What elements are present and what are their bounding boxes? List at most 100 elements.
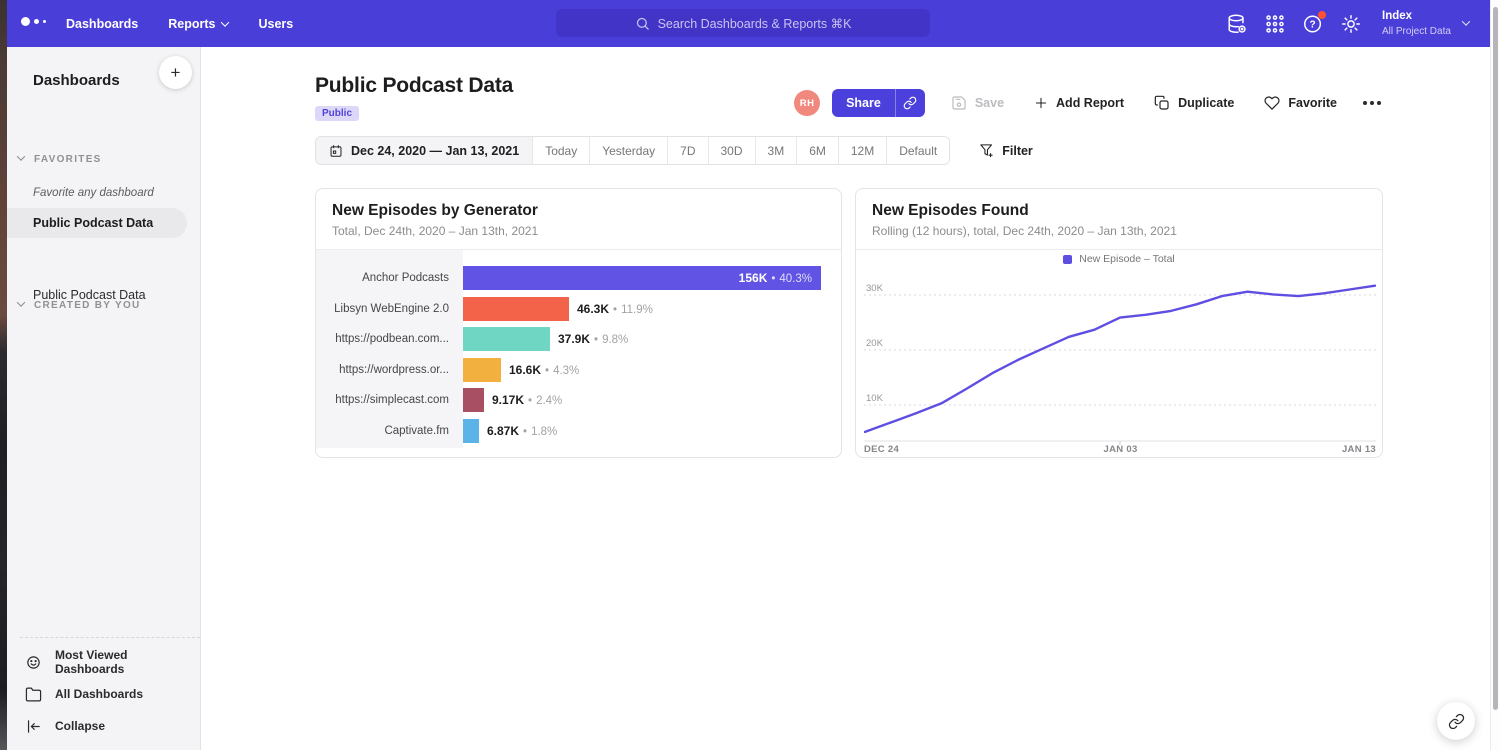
card-new-episodes-by-generator: New Episodes by Generator Total, Dec 24t… xyxy=(315,188,842,458)
bar-value-percent: 9.8% xyxy=(602,334,628,346)
separator: • xyxy=(545,365,549,377)
section-favorites[interactable]: FAVORITES xyxy=(7,154,200,165)
project-switcher[interactable]: Index All Project Data xyxy=(1382,9,1469,38)
all-dashboards-button[interactable]: All Dashboards xyxy=(7,678,200,710)
card-new-episodes-found: New Episodes Found Rolling (12 hours), t… xyxy=(855,188,1383,458)
chevron-down-icon xyxy=(1462,18,1470,26)
save-button[interactable]: Save xyxy=(951,95,1004,111)
bar-row: Captivate.fm6.87K•1.8% xyxy=(316,416,841,447)
filter-funnel-icon xyxy=(979,143,994,158)
nav-item-users[interactable]: Users xyxy=(258,17,293,31)
bar-wordpress[interactable] xyxy=(463,358,501,382)
save-label: Save xyxy=(975,96,1004,110)
share-button-group: Share xyxy=(832,89,925,117)
line-chart-header[interactable]: New Episodes Found Rolling (12 hours), t… xyxy=(856,189,1382,249)
date-range-value: Dec 24, 2020 — Jan 13, 2021 xyxy=(351,144,519,158)
separator: • xyxy=(528,395,532,407)
most-viewed-dashboards-button[interactable]: Most Viewed Dashboards xyxy=(7,646,200,678)
bar-value-number: 156K xyxy=(739,271,768,285)
bar-value-number: 37.9K xyxy=(558,332,590,346)
separator: • xyxy=(594,334,598,346)
main-content: Public Podcast Data Public RH Share Save… xyxy=(202,47,1500,750)
preset-default[interactable]: Default xyxy=(886,137,949,164)
share-button[interactable]: Share xyxy=(832,89,895,117)
all-dashboards-label: All Dashboards xyxy=(55,687,143,701)
chevron-down-icon xyxy=(221,18,229,26)
preset-yesterday[interactable]: Yesterday xyxy=(589,137,667,164)
settings-gear-icon[interactable] xyxy=(1340,13,1362,35)
search-placeholder: Search Dashboards & Reports ⌘K xyxy=(658,16,852,31)
data-source-icon[interactable] xyxy=(1226,13,1248,35)
scrollbar-track[interactable] xyxy=(1490,0,1500,750)
nav-links: Dashboards Reports Users xyxy=(66,0,293,47)
y-tick-label: 20K xyxy=(866,338,884,349)
favorite-button[interactable]: Favorite xyxy=(1264,95,1337,111)
avatar[interactable]: RH xyxy=(794,90,820,116)
page-title: Public Podcast Data xyxy=(315,74,513,98)
bar-category-label: Captivate.fm xyxy=(316,425,463,437)
date-range-picker[interactable]: Dec 24, 2020 — Jan 13, 2021 xyxy=(316,137,532,164)
duplicate-icon xyxy=(1154,95,1170,111)
copy-share-link-button[interactable] xyxy=(895,89,925,117)
preset-3m[interactable]: 3M xyxy=(755,137,797,164)
bar-chart-header[interactable]: New Episodes by Generator Total, Dec 24t… xyxy=(316,189,841,249)
filter-button[interactable]: Filter xyxy=(979,143,1033,158)
bar-value-percent: 11.9% xyxy=(621,304,653,316)
bar-value-percent: 4.3% xyxy=(553,365,579,377)
bar-row: https://simplecast.com9.17K•2.4% xyxy=(316,385,841,416)
nav-item-dashboards-label: Dashboards xyxy=(66,17,138,31)
floating-share-link-button[interactable] xyxy=(1437,702,1475,740)
bar-simplecast[interactable] xyxy=(463,388,484,412)
legend[interactable]: New Episode – Total xyxy=(856,253,1382,265)
line-chart-subtitle: Rolling (12 hours), total, Dec 24th, 202… xyxy=(872,224,1366,238)
scrollbar-thumb[interactable] xyxy=(1493,7,1498,710)
divider xyxy=(20,637,200,638)
bar-category-label: https://podbean.com... xyxy=(316,333,463,345)
search-input[interactable]: Search Dashboards & Reports ⌘K xyxy=(556,9,930,37)
sidebar-item-public-podcast-data[interactable]: Public Podcast Data xyxy=(7,208,187,238)
bar-chart-body: Anchor Podcasts156K•40.3% Libsyn WebEngi… xyxy=(316,249,841,457)
preset-6m[interactable]: 6M xyxy=(796,137,838,164)
bar-value-percent: 40.3% xyxy=(779,273,812,285)
sidebar-item-public-podcast-data-2[interactable]: Public Podcast Data xyxy=(7,280,187,310)
separator: • xyxy=(771,273,775,285)
line-chart-title: New Episodes Found xyxy=(872,202,1366,220)
trend-line[interactable] xyxy=(865,286,1375,432)
preset-today[interactable]: Today xyxy=(532,137,589,164)
bar-libsyn[interactable] xyxy=(463,297,569,321)
bar-podbean[interactable] xyxy=(463,327,550,351)
more-options-button[interactable] xyxy=(1363,101,1381,105)
preset-12m[interactable]: 12M xyxy=(838,137,886,164)
collapse-left-icon xyxy=(25,718,42,735)
bar-category-label: https://simplecast.com xyxy=(316,394,463,406)
smiley-icon xyxy=(25,654,42,671)
x-axis-labels: DEC 24 JAN 03 JAN 13 xyxy=(864,444,1376,455)
top-nav: Dashboards Reports Users Search Dashboar… xyxy=(0,0,1500,47)
bar-captivate[interactable] xyxy=(463,419,479,443)
nav-item-dashboards[interactable]: Dashboards xyxy=(66,17,138,31)
add-report-button[interactable]: Add Report xyxy=(1034,96,1124,110)
new-dashboard-button[interactable]: + xyxy=(159,56,192,89)
collapse-sidebar-button[interactable]: Collapse xyxy=(7,710,200,742)
bar-anchor-podcasts[interactable]: 156K• 40.3% xyxy=(463,266,821,290)
folder-icon xyxy=(25,686,42,703)
add-report-label: Add Report xyxy=(1056,96,1124,110)
favorites-empty-text: Favorite any dashboard xyxy=(33,187,154,199)
legend-label: New Episode – Total xyxy=(1079,253,1175,265)
app-logo-icon[interactable] xyxy=(21,17,46,26)
bar-value: 9.17K•2.4% xyxy=(492,393,562,407)
preset-7d[interactable]: 7D xyxy=(667,137,707,164)
apps-grid-icon[interactable] xyxy=(1264,13,1286,35)
duplicate-button[interactable]: Duplicate xyxy=(1154,95,1234,111)
help-icon[interactable]: ? xyxy=(1302,13,1324,35)
bar-row: https://podbean.com... 37.9K • 9.8% xyxy=(316,324,841,355)
nav-right: ? Index All Project Data xyxy=(1226,0,1469,47)
nav-item-reports[interactable]: Reports xyxy=(168,17,228,31)
plus-icon xyxy=(1034,96,1048,110)
line-chart-plot: 10K20K30K xyxy=(864,276,1376,446)
bar-value-number: 6.87K xyxy=(487,424,519,438)
bar-value-percent: 2.4% xyxy=(536,395,562,407)
bar-chart-title: New Episodes by Generator xyxy=(332,202,825,220)
preset-30d[interactable]: 30D xyxy=(708,137,755,164)
y-tick-label: 10K xyxy=(866,393,884,404)
